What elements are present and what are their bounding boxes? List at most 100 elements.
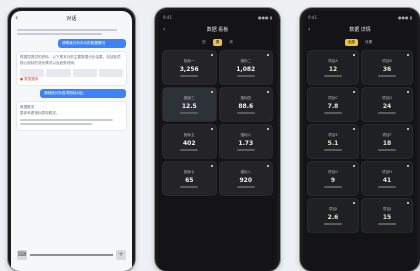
thumbnail[interactable] <box>72 69 97 78</box>
metric-tile[interactable]: 指标七 65 <box>163 162 216 195</box>
more-icon[interactable] <box>267 128 269 130</box>
tile-value: 88.6 <box>238 102 254 110</box>
tile-value: 41 <box>382 176 392 184</box>
metric-tile[interactable]: 指标四 88.6 <box>219 88 272 121</box>
metric-tile[interactable]: 项目C 7.8 <box>308 88 358 121</box>
tile-sparkline <box>324 74 342 77</box>
more-icon[interactable] <box>353 54 355 56</box>
tile-sparkline <box>378 222 396 225</box>
more-icon[interactable] <box>267 91 269 93</box>
metric-tile[interactable]: 指标八 920 <box>219 162 272 195</box>
tile-value: 12 <box>328 65 338 73</box>
tile-value: 24 <box>382 102 392 110</box>
more-icon[interactable] <box>353 128 355 130</box>
more-icon[interactable] <box>353 165 355 167</box>
back-icon[interactable]: ‹ <box>15 13 18 22</box>
tile-label: 指标五 <box>183 132 195 137</box>
tile-label: 项目E <box>328 132 338 137</box>
tile-value: 920 <box>239 176 253 184</box>
tile-sparkline <box>236 148 255 151</box>
more-icon[interactable] <box>210 165 213 167</box>
metric-tile[interactable]: 项目B 36 <box>362 51 412 84</box>
tab-3[interactable]: 月 <box>226 39 236 46</box>
page-title: 数据 详情 <box>349 26 371 33</box>
tile-label: 项目A <box>328 58 338 63</box>
more-icon[interactable] <box>210 54 213 56</box>
page-title: 数据 看板 <box>206 26 229 33</box>
input-field[interactable] <box>30 254 113 256</box>
metric-tile[interactable]: 指标一 3,256 <box>163 51 216 84</box>
assistant-intro <box>17 29 126 36</box>
more-icon[interactable] <box>353 202 355 204</box>
category-tabs: 全部 分类 <box>303 39 417 46</box>
metric-tile[interactable]: 项目I 2.6 <box>308 199 358 232</box>
tile-label: 项目J <box>382 206 392 211</box>
detail-screen: 9:41 ●●● ▮ ‹ 数据 详情 全部 分类 项目A 12 项目B 36 项目C 7.8… <box>303 11 417 271</box>
more-icon[interactable] <box>407 128 409 130</box>
metric-tile[interactable]: 项目H 41 <box>362 162 412 195</box>
metric-tile[interactable]: 项目G 9 <box>308 162 358 195</box>
tile-value: 36 <box>382 65 392 73</box>
back-icon[interactable]: ‹ <box>163 26 165 33</box>
tile-label: 项目F <box>382 132 392 137</box>
more-icon[interactable] <box>267 54 269 56</box>
tile-label: 项目D <box>382 95 392 100</box>
thumbnail[interactable] <box>46 69 71 78</box>
tile-label: 指标四 <box>240 95 252 100</box>
more-icon[interactable] <box>407 91 409 93</box>
metric-tile[interactable]: 指标二 1,082 <box>219 51 272 84</box>
tile-sparkline <box>236 111 255 114</box>
more-icon[interactable] <box>210 91 213 93</box>
dashboard-header: ‹ 数据 看板 <box>158 23 277 35</box>
user-message-bubble: 请帮我分析本月的数据情况 <box>58 39 126 49</box>
tile-sparkline <box>324 185 342 188</box>
more-icon[interactable] <box>353 91 355 93</box>
tile-sparkline <box>236 74 255 77</box>
tile-label: 项目H <box>382 169 392 174</box>
thumbnail[interactable] <box>98 69 123 78</box>
metric-tile[interactable]: 项目A 12 <box>308 51 358 84</box>
chat-screen: ‹ 对话 请帮我分析本月的数据情况 根据您提供的资料，以下是本月的主要数据分析结… <box>11 11 132 271</box>
tile-sparkline <box>324 222 342 225</box>
more-icon[interactable] <box>407 165 409 167</box>
metric-tile[interactable]: 指标五 402 <box>163 125 216 158</box>
assistant-followup-card: 数据概览 整体来看指标表现稳定。 <box>17 102 126 130</box>
more-icon[interactable] <box>210 128 213 130</box>
item-grid: 项目A 12 项目B 36 项目C 7.8 项目D 24 项目E 5.1 项目F 18 项目G 9 项目H 4… <box>303 51 417 232</box>
tile-sparkline <box>378 185 396 188</box>
add-icon[interactable]: + <box>116 250 126 260</box>
assistant-answer-text: 根据您提供的资料，以下是本月的主要数据分析结果，包括各项核心指标的变化情况以及趋… <box>20 55 121 65</box>
tile-value: 9 <box>330 176 336 184</box>
metric-tile[interactable]: 指标三 12.5 <box>163 88 216 121</box>
metric-tile[interactable]: 指标六 1.73 <box>219 125 272 158</box>
tile-sparkline <box>324 148 342 151</box>
tile-value: 402 <box>182 139 196 147</box>
tab-2[interactable]: 分类 <box>362 39 375 46</box>
more-icon[interactable] <box>407 202 409 204</box>
back-icon[interactable]: ‹ <box>308 26 310 33</box>
more-icon[interactable] <box>407 54 409 56</box>
dashboard-screen: 9:41 ●●● ▮ ‹ 数据 看板 日周月 指标一 3,256 指标二 1,082 指… <box>158 11 277 271</box>
more-icon[interactable] <box>267 165 269 167</box>
tile-value: 1,082 <box>236 65 256 73</box>
keyboard-icon[interactable]: ⌨ <box>17 250 27 260</box>
placeholder-lines <box>20 118 123 125</box>
tile-sparkline <box>180 185 199 188</box>
tile-value: 12.5 <box>181 102 197 110</box>
metric-tile[interactable]: 项目D 24 <box>362 88 412 121</box>
metric-tile[interactable]: 项目J 15 <box>362 199 412 232</box>
tile-label: 指标六 <box>240 132 252 137</box>
input-bar[interactable]: ⌨ + <box>17 247 126 263</box>
assistant-answer-card: 根据您提供的资料，以下是本月的主要数据分析结果，包括各项核心指标的变化情况以及趋… <box>17 52 126 86</box>
tile-sparkline <box>180 74 199 77</box>
tab-2[interactable]: 周 <box>212 39 223 46</box>
tile-label: 项目I <box>328 206 338 211</box>
period-tabs: 日周月 <box>158 39 277 46</box>
tile-label: 指标七 <box>183 169 195 174</box>
tab-1[interactable]: 日 <box>199 39 209 46</box>
tab-1[interactable]: 全部 <box>344 39 358 46</box>
tile-label: 指标二 <box>240 58 252 63</box>
metric-tile[interactable]: 项目F 18 <box>362 125 412 158</box>
metric-tile[interactable]: 项目E 5.1 <box>308 125 358 158</box>
tile-sparkline <box>378 74 396 77</box>
